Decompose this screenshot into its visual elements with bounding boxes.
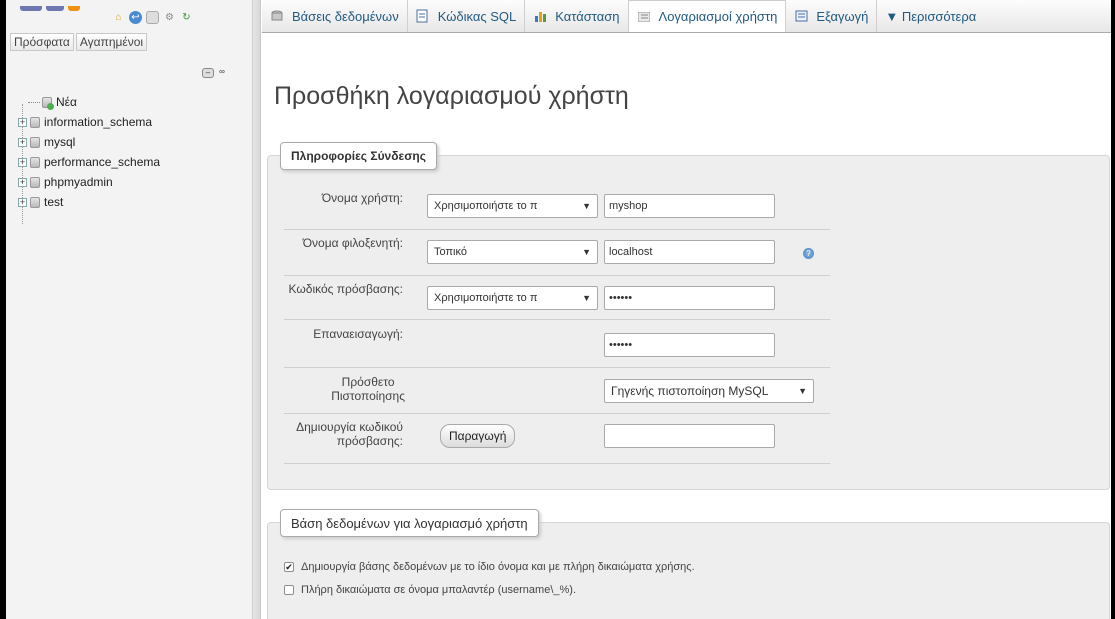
tab-label: ▼ Περισσότερα: [885, 8, 977, 24]
tab-export[interactable]: Εξαγωγή: [786, 0, 878, 32]
logo[interactable]: [20, 0, 130, 11]
host-row: Όνομα φιλοξενητή: Τοπικό ▼ localhost ?: [284, 230, 830, 276]
dropdown-arrow-icon: ▼: [582, 201, 591, 211]
database-icon: [30, 116, 40, 128]
tab-label: Βάσεις δεδομένων: [292, 8, 399, 24]
password-type-select[interactable]: Χρησιμοποιήστε το π ▼: [427, 286, 598, 310]
database-icon: [30, 156, 40, 168]
top-menu: Βάσεις δεδομένων Κώδικας SQL Κατάσταση Λ…: [262, 0, 1111, 33]
password-row: Κωδικός πρόσβασης: Χρησιμοποιήστε το π ▼…: [284, 276, 830, 320]
generated-password-input[interactable]: [604, 424, 775, 448]
auth-plugin-select[interactable]: Γηγενής πιστοποίηση MySQL ▼: [604, 379, 814, 403]
tab-databases[interactable]: Βάσεις δεδομένων: [262, 0, 408, 32]
host-input[interactable]: localhost: [604, 240, 775, 264]
generate-password-row: Δημιουργία κωδικού πρόσβασης: Παραγωγή: [284, 414, 830, 464]
tree-item-label: phpmyadmin: [44, 175, 113, 189]
tree-item-information-schema[interactable]: + information_schema: [18, 112, 160, 132]
host-label: Όνομα φιλοξενητή:: [302, 236, 403, 250]
main-content: Προσθήκη λογαριασμού χρήστη Πληροφορίες …: [262, 34, 1111, 619]
database-for-user-legend: Βάση δεδομένων για λογαριασμό χρήστη: [280, 509, 539, 537]
tab-recent[interactable]: Πρόσφατα: [10, 33, 74, 51]
generate-password-label: Δημιουργία κωδικού πρόσβασης:: [296, 420, 403, 448]
expand-icon[interactable]: +: [18, 177, 27, 187]
tree-item-new[interactable]: Νέα: [18, 92, 160, 112]
retype-row: Επαναεισαγωγή: ••••••: [284, 320, 830, 368]
sidebar-quick-icons: ⌂ ↩ ⚙ ↻: [112, 11, 193, 24]
wildcard-privileges-checkbox[interactable]: [284, 585, 294, 595]
home-icon[interactable]: ⌂: [112, 11, 125, 24]
collapse-all-icon[interactable]: –: [202, 68, 214, 78]
login-information-fieldset: Πληροφορίες Σύνδεσης Όνομα χρήστη: Χρησι…: [267, 142, 1110, 490]
reload-icon[interactable]: ↻: [180, 11, 193, 24]
generate-password-button[interactable]: Παραγωγή: [440, 424, 516, 448]
tab-label: Εξαγωγή: [816, 8, 869, 24]
retype-label: Επαναεισαγωγή:: [313, 327, 403, 341]
auth-plugin-label: Πρόσθετο Πιστοποίησης: [331, 375, 405, 403]
username-type-select[interactable]: Χρησιμοποιήστε το π ▼: [427, 194, 598, 218]
tree-item-label: test: [44, 195, 64, 209]
create-db-checkbox[interactable]: ✔: [284, 562, 294, 572]
gear-icon[interactable]: ⚙: [163, 11, 176, 24]
tab-label: Κατάσταση: [555, 8, 620, 24]
export-icon: [794, 10, 808, 23]
tree-item-label: mysql: [44, 135, 76, 149]
logout-icon[interactable]: ↩: [129, 11, 142, 24]
docs-icon[interactable]: [146, 11, 159, 24]
tree-item-label: performance_schema: [44, 155, 161, 169]
tree-controls: – ∞: [202, 68, 228, 78]
expand-icon[interactable]: +: [18, 117, 27, 127]
help-icon[interactable]: ?: [803, 248, 814, 259]
tree-item-mysql[interactable]: + mysql: [18, 132, 160, 152]
dropdown-arrow-icon: ▼: [582, 247, 591, 257]
chart-icon: [533, 10, 547, 23]
expand-icon[interactable]: +: [18, 157, 27, 167]
login-information-legend: Πληροφορίες Σύνδεσης: [280, 142, 437, 170]
tree-item-phpmyadmin[interactable]: + phpmyadmin: [18, 172, 160, 192]
dropdown-arrow-icon: ▼: [582, 293, 591, 303]
tree-item-test[interactable]: + test: [18, 192, 160, 212]
dropdown-arrow-icon: ▼: [798, 386, 807, 396]
expand-icon[interactable]: +: [18, 137, 27, 147]
tab-favorites[interactable]: Αγαπημένοι: [75, 33, 148, 51]
username-input[interactable]: myshop: [604, 194, 775, 218]
database-icon: [270, 10, 284, 23]
password-label: Κωδικός πρόσβασης:: [288, 282, 403, 296]
tab-sql[interactable]: Κώδικας SQL: [408, 0, 526, 32]
page-title: Προσθήκη λογαριασμού χρήστη: [274, 82, 629, 110]
sidebar-resize-handle[interactable]: [253, 0, 261, 619]
tab-label: Κώδικας SQL: [437, 8, 517, 24]
sql-icon: [416, 9, 430, 23]
link-icon[interactable]: ∞: [216, 68, 228, 78]
database-icon: [30, 176, 40, 188]
retype-password-input[interactable]: ••••••: [604, 333, 775, 357]
new-database-icon: [42, 96, 54, 110]
app-window: ⌂ ↩ ⚙ ↻ Πρόσφατα Αγαπημένοι – ∞ Νέα + in…: [6, 0, 1111, 619]
auth-plugin-row: Πρόσθετο Πιστοποίησης Γηγενής πιστοποίησ…: [284, 368, 830, 414]
create-db-same-name-option[interactable]: ✔ Δημιουργία βάσης δεδομένων με το ίδιο …: [284, 561, 695, 573]
tab-user-accounts[interactable]: Λογαριασμοί χρήστη: [628, 0, 787, 32]
database-for-user-fieldset: Βάση δεδομένων για λογαριασμό χρήστη ✔ Δ…: [267, 509, 1110, 619]
host-type-select[interactable]: Τοπικό ▼: [427, 240, 598, 264]
tab-more[interactable]: ▼ Περισσότερα: [877, 0, 984, 32]
expand-icon[interactable]: +: [18, 197, 27, 207]
password-input[interactable]: ••••••: [604, 286, 775, 310]
database-tree: Νέα + information_schema + mysql + perfo…: [18, 92, 160, 224]
database-icon: [30, 196, 40, 208]
tree-item-performance-schema[interactable]: + performance_schema: [18, 152, 160, 172]
username-row: Όνομα χρήστη: Χρησιμοποιήστε το π ▼ mysh…: [284, 184, 830, 230]
navigation-sidebar: ⌂ ↩ ⚙ ↻ Πρόσφατα Αγαπημένοι – ∞ Νέα + in…: [6, 0, 253, 619]
tree-item-label: information_schema: [44, 115, 153, 129]
tree-item-label: Νέα: [56, 95, 77, 109]
users-icon: [637, 10, 651, 23]
database-icon: [30, 136, 40, 148]
wildcard-privileges-option[interactable]: Πλήρη δικαιώματα σε όνομα μπαλαντέρ (use…: [284, 584, 576, 596]
tab-status[interactable]: Κατάσταση: [525, 0, 629, 32]
username-label: Όνομα χρήστη:: [321, 191, 403, 205]
sidebar-tabs: Πρόσφατα Αγαπημένοι: [10, 33, 148, 51]
tab-label: Λογαριασμοί χρήστη: [658, 9, 778, 24]
